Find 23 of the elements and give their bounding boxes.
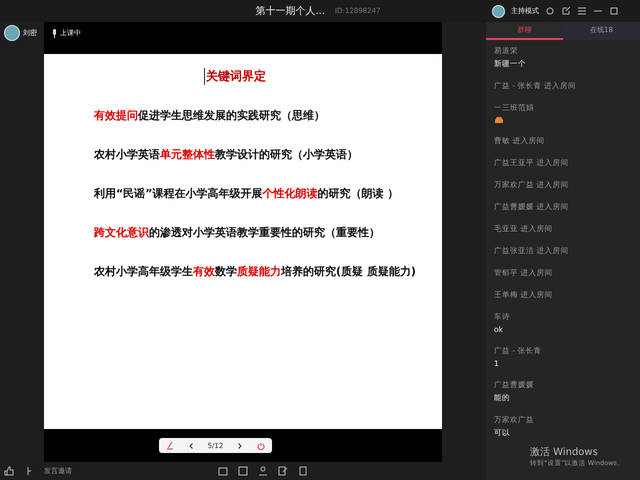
document-icon[interactable]	[298, 466, 308, 476]
next-page-icon[interactable]	[238, 442, 242, 448]
slide-text-line: 农村小学高年级学生有效数学质疑能力培养的研究(质疑 质疑能力)	[94, 264, 416, 280]
pen-icon[interactable]	[166, 441, 174, 450]
window-title: 第十一期个人...	[256, 4, 326, 18]
slide-text-line: 跨文化意识的渗透对小学英语教学重要性的研究（重要性）	[94, 225, 380, 241]
power-icon[interactable]	[256, 442, 265, 450]
gear-icon[interactable]	[545, 6, 555, 16]
thumbs-up-icon[interactable]	[4, 466, 14, 476]
slide-text-line: 有效提问促进学生思维发展的实践研究（思维）	[94, 108, 325, 124]
microphone-icon	[52, 28, 57, 38]
edit-icon[interactable]	[278, 466, 288, 476]
slide-title: 关键词界定	[204, 68, 266, 85]
person-icon[interactable]	[258, 466, 268, 476]
slide-text-line: 利用“民谣”课程在小学高年级开展个性化朗读的研究（朗读 ）	[94, 186, 398, 202]
previous-page-icon[interactable]	[188, 442, 193, 448]
presenter-avatar	[4, 25, 20, 41]
menu-icon[interactable]	[577, 6, 587, 16]
slide-text-line: 农村小学英语单元整体性教学设计的研究（小学英语）	[94, 147, 358, 163]
maximize-icon[interactable]	[609, 6, 619, 16]
host-avatar	[492, 4, 505, 18]
car-sticker-icon	[494, 116, 504, 124]
activation-notice-title: 激活 Windows	[530, 446, 599, 459]
